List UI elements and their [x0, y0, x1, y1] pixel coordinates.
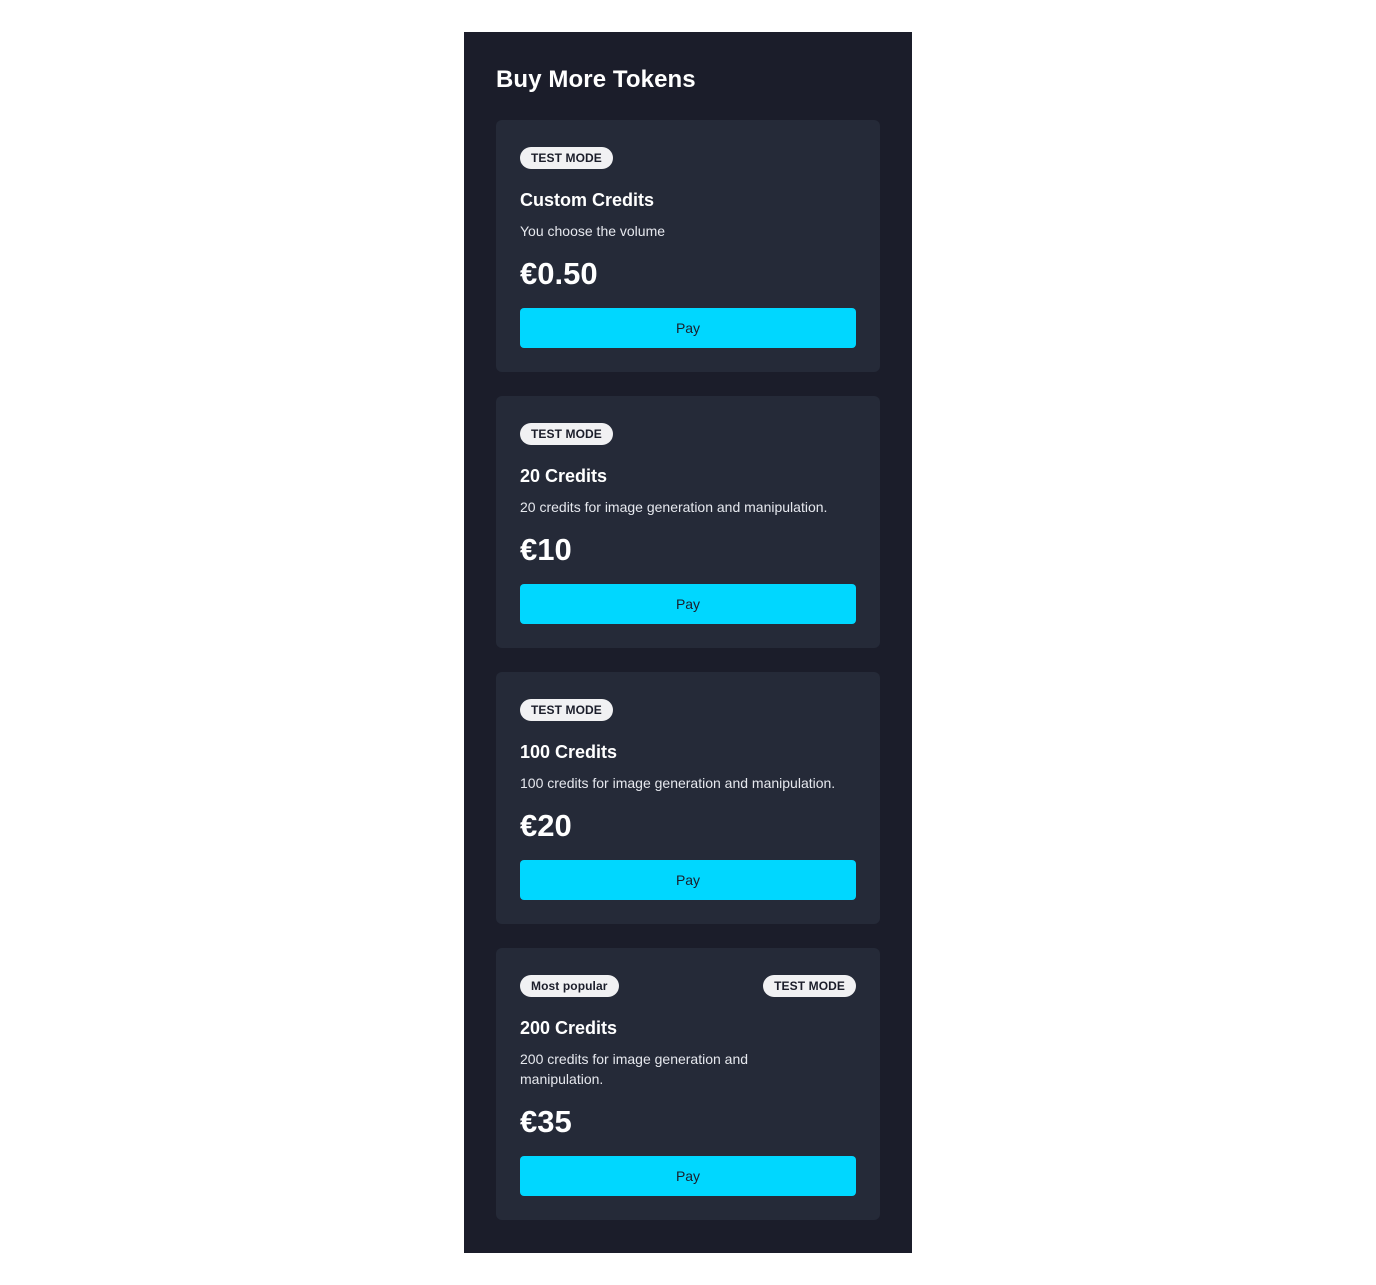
badge-row: TEST MODE — [520, 423, 856, 445]
pay-button[interactable]: Pay — [520, 308, 856, 348]
badge-row: TEST MODE — [520, 147, 856, 169]
pay-button[interactable]: Pay — [520, 584, 856, 624]
buy-tokens-panel: Buy More Tokens TEST MODE Custom Credits… — [464, 32, 912, 1253]
test-mode-badge: TEST MODE — [763, 975, 856, 997]
pricing-card-200-credits: Most popular TEST MODE 200 Credits 200 c… — [496, 948, 880, 1220]
card-description: 200 credits for image generation and man… — [520, 1051, 749, 1087]
badge-row: TEST MODE — [520, 699, 856, 721]
pricing-card-20-credits: TEST MODE 20 Credits 20 credits for imag… — [496, 396, 880, 648]
card-description: 20 credits for image generation and mani… — [520, 499, 828, 515]
card-price: €35 — [520, 1104, 572, 1139]
panel-title: Buy More Tokens — [496, 66, 696, 93]
pricing-card-list: TEST MODE Custom Credits You choose the … — [496, 120, 880, 1220]
card-title: 100 Credits — [520, 742, 618, 762]
card-price: €10 — [520, 532, 572, 567]
test-mode-badge: TEST MODE — [520, 423, 613, 445]
pay-button[interactable]: Pay — [520, 860, 856, 900]
card-title: 20 Credits — [520, 466, 608, 486]
pay-button[interactable]: Pay — [520, 1156, 856, 1196]
most-popular-badge: Most popular — [520, 975, 619, 997]
pricing-card-100-credits: TEST MODE 100 Credits 100 credits for im… — [496, 672, 880, 924]
badge-row: Most popular TEST MODE — [520, 975, 856, 997]
card-description: You choose the volume — [520, 223, 666, 239]
pricing-card-custom-credits: TEST MODE Custom Credits You choose the … — [496, 120, 880, 372]
card-title: 200 Credits — [520, 1018, 618, 1038]
card-price: €20 — [520, 808, 572, 843]
card-description: 100 credits for image generation and man… — [520, 775, 836, 791]
test-mode-badge: TEST MODE — [520, 699, 613, 721]
card-price: €0.50 — [520, 256, 598, 291]
test-mode-badge: TEST MODE — [520, 147, 613, 169]
card-title: Custom Credits — [520, 190, 655, 210]
